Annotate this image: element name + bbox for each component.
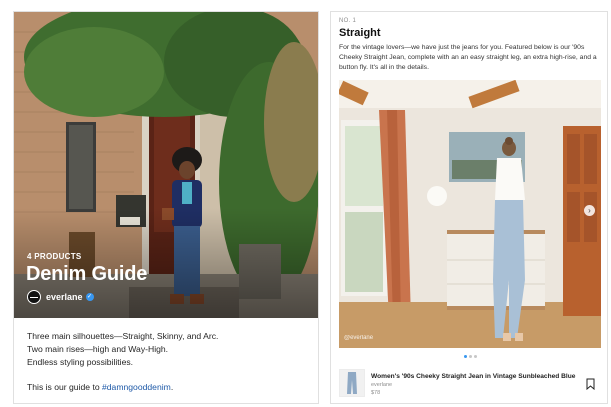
guide-author[interactable]: everlane ✓ (27, 290, 94, 304)
guide-section-card: NO. 1 Straight For the vintage lovers—we… (330, 11, 608, 404)
product-count: 4 PRODUCTS (27, 252, 82, 261)
jeans-icon (347, 372, 357, 394)
description-line: This is our guide to #damngooddenim. (27, 381, 312, 394)
chevron-right-icon[interactable]: › (584, 205, 595, 216)
carousel-dot (474, 355, 477, 358)
description-line: Endless styling possibilities. (27, 357, 134, 367)
product-price: $78 (371, 390, 381, 396)
author-username[interactable]: everlane (46, 292, 83, 302)
product-row[interactable]: Women's '90s Cheeky Straight Jean in Vin… (339, 369, 601, 399)
section-title: Straight (339, 27, 381, 39)
guide-text-end: . (170, 382, 174, 392)
guide-description: Three main silhouettes—Straight, Skinny,… (27, 330, 312, 394)
verified-badge-icon: ✓ (85, 293, 94, 301)
carousel-dot (469, 355, 472, 358)
guide-cover-photo[interactable]: 4 PRODUCTS Denim Guide everlane ✓ (14, 12, 318, 318)
section-number: NO. 1 (339, 18, 357, 24)
product-brand: everlane (371, 382, 393, 388)
section-description: For the vintage lovers—we have just the … (339, 44, 597, 71)
carousel-dots (464, 355, 479, 358)
guide-card: 4 PRODUCTS Denim Guide everlane ✓ Three … (13, 11, 319, 404)
section-photo-illustration (339, 80, 601, 348)
hashtag-link[interactable]: #damngooddenim (102, 382, 171, 392)
guide-title: Denim Guide (26, 263, 148, 285)
bookmark-icon[interactable] (586, 377, 595, 391)
product-thumbnail[interactable] (339, 369, 365, 397)
description-line: Two main rises—high and Way-High. (27, 344, 169, 354)
guide-text: This is our guide to (27, 382, 102, 392)
product-name[interactable]: Women's '90s Cheeky Straight Jean in Vin… (371, 373, 575, 380)
description-line: Three main silhouettes—Straight, Skinny,… (27, 331, 219, 341)
photo-credit: @everlane (344, 335, 374, 341)
section-photo[interactable]: @everlane › (339, 80, 601, 348)
avatar[interactable] (27, 290, 41, 304)
carousel-dot (464, 355, 467, 358)
